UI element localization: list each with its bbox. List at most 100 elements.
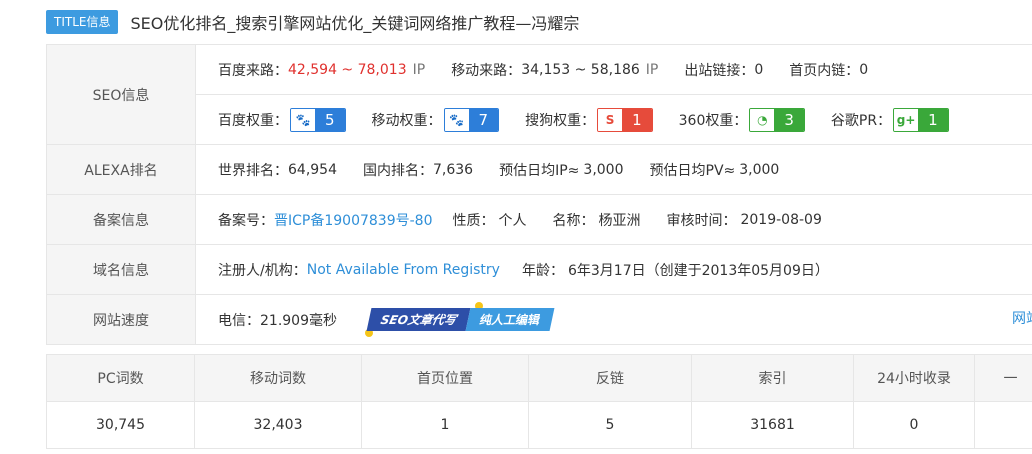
homelinks-value: 0	[859, 61, 869, 78]
weight-360-value: 3	[774, 108, 804, 131]
seo-info-row: SEO信息 百度来路： 42,594 ~ 78,013 IP 移动来路： 34,…	[46, 45, 1032, 145]
baidu-weight-label: 百度权重：	[218, 112, 288, 129]
google-pr-badge[interactable]: g+ 1	[893, 107, 949, 132]
google-pr-label: 谷歌PR：	[830, 112, 892, 129]
daily-ip-value: 3,000	[583, 161, 624, 178]
registrant-label: 注册人/机构：	[218, 262, 307, 279]
stats-value-more	[974, 401, 1032, 449]
icp-number-label: 备案号：	[218, 212, 274, 229]
stats-value-backlinks: 5	[528, 401, 692, 449]
telecom-speed: 电信：21.909毫秒	[218, 312, 337, 329]
daily-pv: 预估日均PV≈ 3,000	[650, 160, 780, 180]
title-row: TITLE信息 SEO优化排名_搜索引擎网站优化_关键词网络推广教程—冯耀宗	[46, 8, 579, 36]
icp-date-label: 审核时间：	[666, 212, 737, 229]
google-pr[interactable]: 谷歌PR： g+ 1	[830, 107, 949, 132]
domain-age: 年龄： 6年3月17日 （创建于2013年05月09日）	[522, 260, 829, 280]
sogou-weight-badge[interactable]: S 1	[597, 107, 653, 132]
seo-info-page: TITLE信息 SEO优化排名_搜索引擎网站优化_关键词网络推广教程—冯耀宗 S…	[0, 0, 1032, 454]
baidu-weight[interactable]: 百度权重： 🐾 5	[218, 107, 346, 132]
mobile-traffic: 移动来路： 34,153 ~ 58,186 IP	[451, 60, 658, 80]
daily-ip: 预估日均IP≈ 3,000	[499, 160, 623, 180]
domestic-rank: 国内排名： 7,636	[363, 160, 473, 180]
domestic-rank-value: 7,636	[433, 161, 474, 178]
speed-row: 网站速度 电信：21.909毫秒 SEO文章代写 纯人工编辑 网站估	[46, 295, 1032, 345]
outlinks: 出站链接： 0	[684, 60, 763, 80]
promo-manual-edit[interactable]: 纯人工编辑	[465, 308, 555, 331]
stats-value-home-position: 1	[361, 401, 529, 449]
icp-name: 名称： 杨亚洲	[552, 210, 640, 230]
domain-row: 域名信息 注册人/机构： Not Available From Registry…	[46, 245, 1032, 295]
registrant[interactable]: 注册人/机构： Not Available From Registry	[218, 260, 500, 280]
daily-ip-label: 预估日均IP≈	[499, 162, 580, 179]
alexa-row: ALEXA排名 世界排名： 64,954 国内排名： 7,636 预估日均IP≈…	[46, 145, 1032, 195]
registrant-link[interactable]: Not Available From Registry	[307, 262, 500, 278]
stats-header-more: 一	[974, 354, 1032, 402]
paw-icon: 🐾	[291, 108, 315, 131]
daily-pv-value: 3,000	[739, 161, 780, 178]
domain-label: 域名信息	[46, 245, 196, 294]
sogou-weight-value: 1	[622, 108, 652, 131]
icp-number-link[interactable]: 晋ICP备19007839号-80	[274, 210, 432, 230]
baidu-traffic-unit: IP	[412, 61, 426, 78]
stats-header-row: PC词数 移动词数 首页位置 反链 索引 24小时收录 一	[46, 354, 1032, 402]
stats-header-24h: 24小时收录	[853, 354, 975, 402]
stats-header-backlinks: 反链	[528, 354, 692, 402]
world-rank: 世界排名： 64,954	[218, 160, 337, 180]
icp-type-value: 个人	[498, 212, 527, 229]
seo-info-label: SEO信息	[46, 45, 196, 144]
stats-value-row: 30,745 32,403 1 5 31681 0	[46, 401, 1032, 449]
baidu-weight-value: 5	[315, 108, 345, 131]
stats-header-mobile: 移动词数	[194, 354, 362, 402]
icp-label: 备案信息	[46, 195, 196, 244]
world-rank-value: 64,954	[288, 161, 337, 178]
icp-name-label: 名称：	[552, 212, 595, 229]
icp-type-label: 性质：	[452, 212, 495, 229]
page-title: SEO优化排名_搜索引擎网站优化_关键词网络推广教程—冯耀宗	[130, 14, 580, 33]
weight-360[interactable]: 360权重： ◔ 3	[679, 107, 805, 132]
baidu-traffic-label: 百度来路：	[218, 62, 288, 79]
stats-header-pc: PC词数	[46, 354, 195, 402]
mobile-traffic-value: 34,153 ~ 58,186	[521, 61, 640, 78]
sogou-weight[interactable]: 搜狗权重： S 1	[525, 107, 653, 132]
stats-header-index: 索引	[691, 354, 854, 402]
mobile-weight-label: 移动权重：	[371, 112, 442, 129]
domestic-rank-label: 国内排名：	[363, 162, 433, 179]
alexa-label: ALEXA排名	[46, 145, 196, 194]
mobile-weight[interactable]: 移动权重： 🐾 7	[371, 107, 500, 132]
baidu-traffic: 百度来路： 42,594 ~ 78,013 IP	[218, 60, 425, 80]
icp-name-value: 杨亚洲	[598, 212, 641, 229]
mobile-weight-value: 7	[468, 108, 499, 131]
icp-date-value: 2019-08-09	[740, 211, 822, 228]
outlinks-value: 0	[754, 61, 764, 78]
google-pr-value: 1	[918, 108, 948, 131]
homelinks: 首页内链： 0	[789, 60, 868, 80]
baidu-weight-badge[interactable]: 🐾 5	[290, 107, 346, 132]
google-plus-icon: g+	[894, 108, 919, 131]
baidu-traffic-value: 42,594 ~ 78,013	[288, 61, 407, 78]
speed-label: 网站速度	[46, 295, 196, 344]
info-table: SEO信息 百度来路： 42,594 ~ 78,013 IP 移动来路： 34,…	[46, 44, 1032, 345]
mobile-traffic-label: 移动来路：	[451, 62, 522, 79]
mobile-traffic-unit: IP	[645, 61, 659, 78]
stats-header-home-position: 首页位置	[361, 354, 529, 402]
promo-banner[interactable]: SEO文章代写 纯人工编辑	[365, 302, 555, 337]
icp-number[interactable]: 备案号： 晋ICP备19007839号-80	[218, 210, 432, 230]
icp-date: 审核时间： 2019-08-09	[666, 210, 821, 230]
speed-test-link[interactable]: 网站估	[1012, 295, 1032, 344]
world-rank-label: 世界排名：	[218, 162, 288, 179]
domain-age-value: 6年3月17日	[567, 262, 646, 279]
promo-seo-writing[interactable]: SEO文章代写	[366, 308, 471, 331]
homelinks-label: 首页内链：	[789, 62, 860, 79]
domain-age-label: 年龄：	[521, 262, 564, 279]
outlinks-label: 出站链接：	[684, 62, 755, 79]
paw-icon: 🐾	[444, 108, 469, 131]
weight-360-badge[interactable]: ◔ 3	[749, 107, 805, 132]
stats-value-index: 31681	[691, 401, 854, 449]
title-tag: TITLE信息	[46, 10, 119, 34]
sogou-icon: S	[598, 108, 623, 131]
360-icon: ◔	[750, 108, 775, 131]
stats-table: PC词数 移动词数 首页位置 反链 索引 24小时收录 一 30,745 32,…	[46, 354, 1032, 449]
domain-created: （创建于2013年05月09日）	[645, 262, 829, 279]
mobile-weight-badge[interactable]: 🐾 7	[443, 107, 500, 132]
icp-row: 备案信息 备案号： 晋ICP备19007839号-80 性质： 个人 名称： 杨…	[46, 195, 1032, 245]
